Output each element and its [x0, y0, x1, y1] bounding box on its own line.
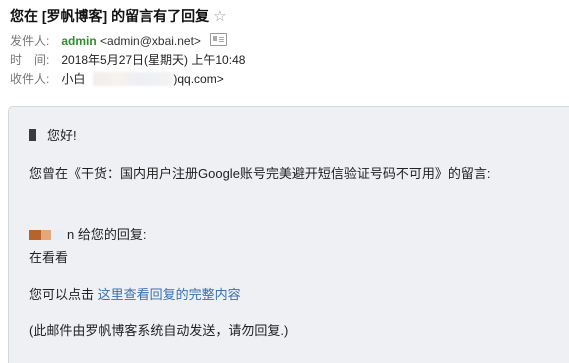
- to-label: 收件人:: [10, 72, 50, 86]
- contact-card-icon[interactable]: [210, 33, 228, 46]
- reply-label-line: n 给您的回复:: [29, 224, 146, 243]
- redacted-name-block: [29, 129, 36, 141]
- time-label: 时 间:: [10, 53, 50, 67]
- click-line: 您可以点击 这里查看回复的完整内容: [29, 284, 241, 303]
- view-full-reply-link[interactable]: 这里查看回复的完整内容: [98, 287, 241, 302]
- from-label: 发件人:: [10, 34, 50, 48]
- greeting-line: 您好!: [29, 125, 77, 144]
- redacted-replier-block: [29, 230, 51, 240]
- reply-text: 在看看: [29, 250, 69, 265]
- time-row: 时 间: 2018年5月27日(星期天) 上午10:48: [10, 51, 245, 68]
- from-row: 发件人: admin <admin@xbai.net>: [10, 32, 228, 49]
- sender-name[interactable]: admin: [61, 34, 96, 48]
- intro-line: 您曾在《干货：国内用户注册Google账号完美避开短信验证号码不可用》的留言:: [29, 166, 491, 181]
- to-row: 收件人: 小白 )qq.com>: [10, 70, 224, 87]
- subject-text: 您在 [罗帆博客] 的留言有了回复: [10, 8, 210, 24]
- redacted-replier-block-2: [51, 230, 65, 240]
- recipient-address-tail: )qq.com>: [173, 72, 224, 86]
- email-body: 您好! 您曾在《干货：国内用户注册Google账号完美避开短信验证号码不可用》的…: [8, 106, 569, 363]
- click-prefix: 您可以点击: [29, 287, 98, 302]
- redacted-address: [93, 72, 174, 86]
- email-subject: 您在 [罗帆博客] 的留言有了回复 ☆: [10, 6, 227, 26]
- star-icon[interactable]: ☆: [213, 8, 226, 25]
- reply-label-text: n 给您的回复:: [67, 227, 147, 242]
- greeting-text: 您好!: [47, 128, 77, 143]
- recipient-name[interactable]: 小白: [61, 72, 85, 86]
- time-value: 2018年5月27日(星期天) 上午10:48: [61, 53, 246, 67]
- sender-address: <admin@xbai.net>: [100, 34, 201, 48]
- footer-note: (此邮件由罗帆博客系统自动发送，请勿回复.): [29, 323, 289, 338]
